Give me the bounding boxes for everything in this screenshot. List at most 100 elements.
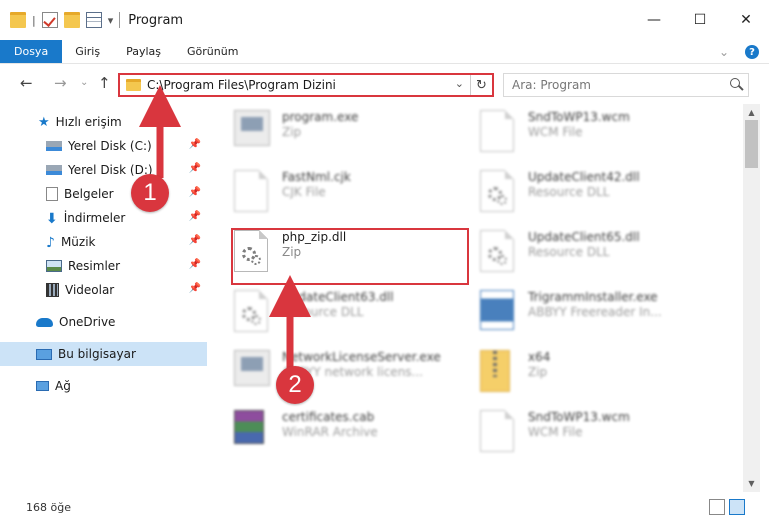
minimize-button[interactable]: — [631, 0, 677, 40]
tiles-view-icon[interactable] [729, 499, 745, 515]
file-item[interactable]: UpdateClient42.dll Resource DLL [480, 170, 640, 214]
recent-locations-button[interactable]: ⌄ [80, 77, 88, 88]
properties-check-icon[interactable] [41, 12, 58, 28]
tab-share[interactable]: Paylaş [113, 40, 174, 63]
file-item[interactable]: certificates.cab WinRAR Archive [234, 410, 378, 454]
file-type: Resource DLL [528, 245, 610, 259]
close-button[interactable]: ✕ [723, 0, 769, 40]
pictures-icon [46, 260, 62, 272]
file-type: Zip [282, 125, 302, 139]
maximize-button[interactable]: ☐ [677, 0, 723, 40]
winrar-icon [234, 410, 274, 454]
file-list: program.exe Zip SndToWP13.wcm WCM File Fas… [212, 104, 742, 492]
sidebar-item-this-pc[interactable]: Bu bilgisayar [0, 342, 207, 366]
file-name: TrigrammInstaller.exe [528, 290, 658, 304]
item-count: 168 öğe [26, 501, 71, 514]
window-controls: — ☐ ✕ [631, 0, 769, 40]
file-name: UpdateClient42.dll [528, 170, 640, 184]
file-item[interactable]: x64 Zip [480, 350, 550, 394]
sidebar-item-label: Müzik [60, 235, 96, 249]
pin-icon[interactable]: 📌 [189, 235, 201, 246]
file-name: UpdateClient65.dll [528, 230, 640, 244]
sidebar-item-network[interactable]: Ağ [0, 374, 207, 398]
step-1-badge: 1 [131, 174, 169, 212]
refresh-button[interactable]: ↻ [470, 75, 492, 95]
sidebar-item-documents[interactable]: Belgeler 📌 [0, 182, 207, 206]
videos-icon [46, 283, 59, 297]
ribbon-right: ⌄ ? [719, 40, 759, 64]
sidebar-item-label: Videolar [65, 283, 115, 297]
file-name: FastNml.cjk [282, 170, 351, 184]
sidebar-item-label: Resimler [68, 259, 121, 273]
file-name: SndToWP13.wcm [528, 110, 630, 124]
new-folder-icon[interactable] [63, 12, 80, 28]
sidebar-item-label: Hızlı erişim [55, 115, 122, 129]
file-type: Resource DLL [282, 305, 364, 319]
view-buttons [709, 499, 745, 515]
tab-view[interactable]: Görünüm [174, 40, 251, 63]
onedrive-icon [36, 317, 53, 327]
folder-icon [126, 79, 141, 91]
pin-icon[interactable]: 📌 [189, 283, 201, 294]
quick-access-toolbar: | ▾ [0, 12, 113, 28]
pin-icon[interactable]: 📌 [189, 139, 201, 150]
document-icon [234, 170, 274, 214]
sidebar-item-label: İndirmeler [63, 211, 126, 225]
address-row: ← → ⌄ ↑ C:\Program Files\Program Dizini … [0, 66, 769, 102]
file-type: WinRAR Archive [282, 425, 378, 439]
view-details-icon[interactable] [85, 12, 102, 28]
network-icon [36, 381, 49, 391]
help-icon[interactable]: ? [745, 45, 759, 59]
tab-home[interactable]: Giriş [62, 40, 113, 63]
file-type: Zip [528, 365, 548, 379]
sidebar-item-music[interactable]: ♪ Müzik 📌 [0, 230, 207, 254]
pin-icon[interactable]: 📌 [189, 259, 201, 270]
window-title: Program [128, 12, 184, 28]
forward-button[interactable]: → [54, 74, 67, 92]
folder-icon[interactable] [10, 12, 26, 28]
file-item[interactable]: UpdateClient63.dll Resource DLL [234, 290, 394, 334]
sidebar-item-quick-access[interactable]: ★ Hızlı erişim [0, 110, 207, 134]
file-type: WCM File [528, 125, 583, 139]
search-input[interactable]: Ara: Program [503, 73, 749, 97]
search-placeholder: Ara: Program [512, 78, 591, 92]
file-type: ABBYY Freereader In... [528, 305, 662, 319]
star-icon: ★ [38, 115, 50, 130]
file-item[interactable]: NetworkLicenseServer.exe ABBYY network li… [234, 350, 441, 394]
document-icon [480, 410, 520, 454]
zip-folder-icon [480, 350, 520, 394]
exe-icon [234, 110, 274, 154]
address-dropdown-icon[interactable]: ⌄ [455, 77, 464, 90]
drive-icon [46, 165, 62, 175]
pin-icon[interactable]: 📌 [189, 187, 201, 198]
scrollbar-thumb[interactable] [745, 120, 758, 168]
address-bar[interactable]: C:\Program Files\Program Dizini ⌄ ↻ [118, 73, 494, 97]
file-item[interactable]: program.exe Zip [234, 110, 358, 154]
search-icon[interactable] [730, 78, 740, 88]
up-button[interactable]: ↑ [98, 74, 111, 92]
customize-toolbar-icon[interactable]: ▾ [108, 14, 114, 27]
scroll-down-icon[interactable]: ▼ [743, 475, 760, 492]
vertical-scrollbar[interactable]: ▲ ▼ [743, 104, 760, 492]
details-view-icon[interactable] [709, 499, 725, 515]
pin-icon[interactable]: 📌 [189, 211, 201, 222]
sidebar-item-local-disk-c[interactable]: Yerel Disk (C:) 📌 [0, 134, 207, 158]
ribbon-tabs: Dosya Giriş Paylaş Görünüm ⌄ ? [0, 40, 769, 64]
address-path[interactable]: C:\Program Files\Program Dizini [147, 78, 336, 92]
sidebar-item-downloads[interactable]: ⬇ İndirmeler 📌 [0, 206, 207, 230]
tab-file[interactable]: Dosya [0, 40, 63, 63]
sidebar-item-local-disk-d[interactable]: Yerel Disk (D:) 📌 [0, 158, 207, 182]
sidebar-item-videos[interactable]: Videolar 📌 [0, 278, 207, 302]
scroll-up-icon[interactable]: ▲ [743, 104, 760, 121]
download-icon: ⬇ [46, 211, 58, 227]
file-item[interactable]: TrigrammInstaller.exe ABBYY Freereader In… [480, 290, 662, 334]
file-item[interactable]: UpdateClient65.dll Resource DLL [480, 230, 640, 274]
sidebar-item-onedrive[interactable]: OneDrive [0, 310, 207, 334]
sidebar-item-pictures[interactable]: Resimler 📌 [0, 254, 207, 278]
file-item[interactable]: SndToWP13.wcm WCM File [480, 410, 630, 454]
file-item[interactable]: SndToWP13.wcm WCM File [480, 110, 630, 154]
expand-ribbon-icon[interactable]: ⌄ [719, 45, 729, 59]
file-item[interactable]: FastNml.cjk CJK File [234, 170, 351, 214]
back-button[interactable]: ← [20, 74, 33, 92]
pin-icon[interactable]: 📌 [189, 163, 201, 174]
